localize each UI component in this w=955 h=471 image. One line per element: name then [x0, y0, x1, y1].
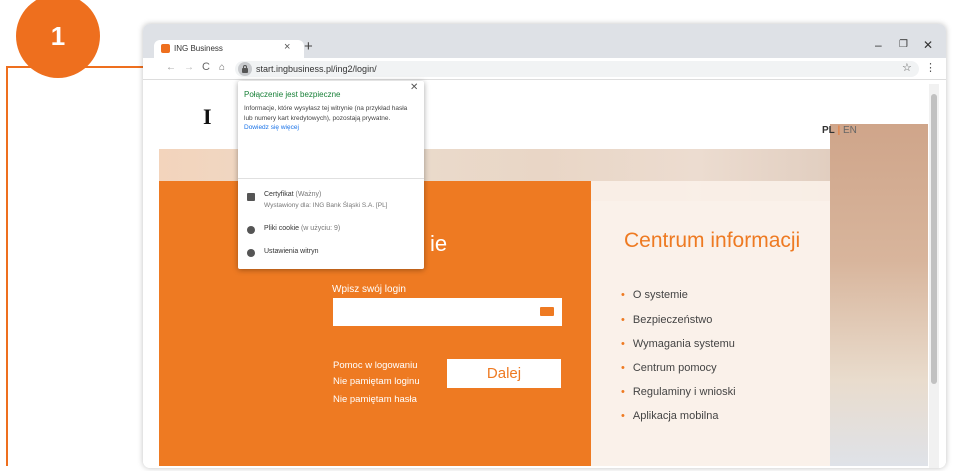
scrollbar-thumb[interactable]: [931, 94, 937, 384]
lang-en[interactable]: EN: [843, 125, 857, 136]
info-title: Centrum informacji: [624, 229, 801, 252]
gear-icon: [247, 249, 255, 257]
info-item-regulations[interactable]: Regulaminy i wnioski: [621, 386, 736, 398]
cookies-row[interactable]: Pliki cookie (w użyciu: 9): [264, 225, 340, 232]
language-switcher: PL | EN: [822, 125, 857, 136]
cookie-icon: [247, 226, 255, 234]
forgot-password-link[interactable]: Nie pamiętam hasła: [333, 394, 417, 405]
site-settings-row[interactable]: Ustawienia witryn: [264, 248, 318, 255]
back-arrow-icon[interactable]: ←: [166, 62, 176, 73]
reload-icon[interactable]: C: [202, 61, 210, 73]
tab-title: ING Business: [174, 44, 223, 53]
menu-dots-icon[interactable]: ⋮: [925, 61, 936, 74]
ing-favicon-icon: [161, 44, 170, 53]
browser-frame: ING Business × + – ❐ ✕ ← → C ⌂ start.ing…: [143, 24, 946, 468]
home-icon[interactable]: ⌂: [219, 62, 225, 73]
minimize-icon[interactable]: –: [875, 38, 882, 52]
info-item-about[interactable]: O systemie: [621, 289, 688, 301]
cookies-count: (w użyciu: 9): [300, 225, 341, 232]
bookmark-star-icon[interactable]: ☆: [902, 61, 912, 74]
cert-issued-to: Wystawiony dla: ING Bank Śląski S.A. [PL…: [264, 202, 388, 209]
lock-icon: [242, 68, 248, 73]
popup-desc-text: Informacje, które wysyłasz tej witrynie …: [244, 105, 408, 122]
forward-arrow-icon[interactable]: →: [184, 62, 194, 73]
info-item-help-center[interactable]: Centrum pomocy: [621, 362, 717, 374]
cert-status: (Ważny): [295, 191, 322, 198]
lang-pl[interactable]: PL: [822, 125, 835, 136]
popup-close-icon[interactable]: ✕: [410, 82, 418, 93]
info-item-requirements[interactable]: Wymagania systemu: [621, 338, 735, 350]
cookies-label: Pliki cookie: [264, 225, 300, 232]
forgot-login-link[interactable]: Nie pamiętam loginu: [333, 376, 420, 387]
login-heading: ie: [430, 231, 448, 256]
certificate-icon: [247, 193, 255, 201]
ing-logo[interactable]: I: [203, 104, 212, 130]
tab-close-icon[interactable]: ×: [284, 41, 290, 53]
maximize-icon[interactable]: ❐: [899, 39, 908, 50]
login-label: Wpisz swój login: [332, 284, 406, 295]
info-item-mobile-app[interactable]: Aplikacja mobilna: [621, 410, 719, 422]
window-close-icon[interactable]: ✕: [923, 38, 933, 52]
info-item-security[interactable]: Bezpieczeństwo: [621, 314, 713, 326]
url-text: start.ingbusiness.pl/ing2/login/: [256, 64, 377, 74]
keyboard-icon[interactable]: [540, 307, 554, 316]
login-input[interactable]: [333, 298, 562, 326]
next-button[interactable]: Dalej: [447, 359, 561, 388]
popup-title: Połączenie jest bezpieczne: [244, 90, 341, 99]
woman-photo: [830, 124, 928, 466]
new-tab-icon[interactable]: +: [304, 38, 313, 55]
callout-left-vertical: [6, 66, 8, 466]
learn-more-link[interactable]: Dowiedz się więcej: [244, 124, 299, 131]
popup-description: Informacje, które wysyłasz tej witrynie …: [244, 104, 410, 133]
popup-divider: [238, 178, 424, 179]
cert-label: Certyfikat: [264, 191, 294, 198]
help-login-link[interactable]: Pomoc w logowaniu: [333, 360, 418, 371]
tutorial-screenshot: 1 ING Business × + – ❐ ✕ ← → C ⌂ start.i…: [0, 0, 955, 471]
lang-separator: |: [837, 125, 841, 136]
certificate-row[interactable]: Certyfikat (Ważny): [264, 191, 321, 198]
